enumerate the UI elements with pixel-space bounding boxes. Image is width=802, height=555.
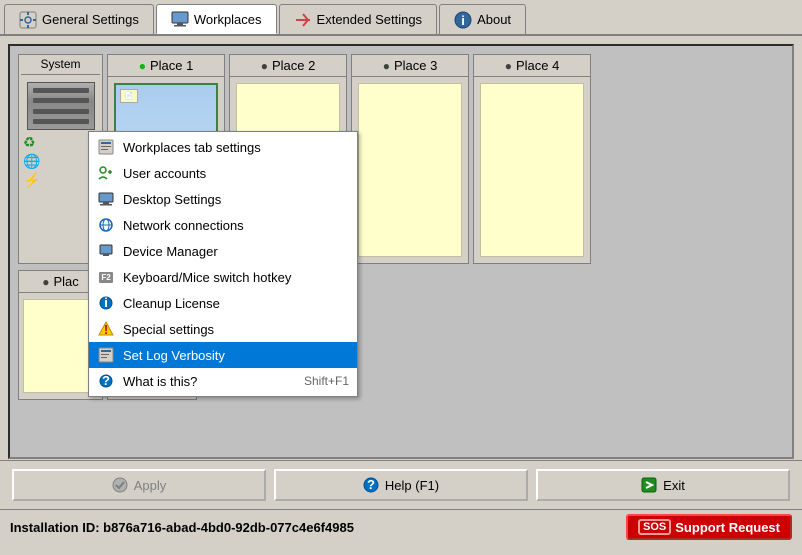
tab-workplaces-label: Workplaces <box>194 12 262 27</box>
menu-item-user-accounts-label: User accounts <box>123 166 349 181</box>
place-3-dot: ● <box>383 59 390 73</box>
menu-item-user-accounts[interactable]: User accounts <box>89 160 357 186</box>
bottom-bar: Apply ? Help (F1) Exit Installation ID: … <box>0 460 802 555</box>
menu-item-workplaces-tab-settings-label: Workplaces tab settings <box>123 140 349 155</box>
menu-item-what-is-this-shortcut: Shift+F1 <box>304 374 349 388</box>
place-4-content <box>480 83 584 257</box>
place-3-header: ● Place 3 <box>352 55 468 77</box>
workplaces-icon <box>171 10 189 28</box>
device-manager-icon <box>97 242 115 260</box>
menu-item-set-log-verbosity[interactable]: Set Log Verbosity <box>89 342 357 368</box>
exit-button[interactable]: Exit <box>536 469 790 501</box>
help-button[interactable]: ? Help (F1) <box>274 469 528 501</box>
main-content: System ♻ 🌐 ⚡ <box>0 36 802 496</box>
menu-item-set-log-verbosity-label: Set Log Verbosity <box>123 348 349 363</box>
tab-general-settings[interactable]: General Settings <box>4 4 154 34</box>
usb-icon: ⚡ <box>23 172 40 189</box>
menu-item-what-is-this[interactable]: ? What is this? Shift+F1 <box>89 368 357 394</box>
svg-text:?: ? <box>102 373 110 388</box>
status-bar: Installation ID: b876a716-abad-4bd0-92db… <box>0 509 802 544</box>
menu-item-cleanup-license-label: Cleanup License <box>123 296 349 311</box>
place-2-header: ● Place 2 <box>230 55 346 77</box>
desktop-settings-icon <box>97 190 115 208</box>
tab-extended-settings[interactable]: Extended Settings <box>279 4 438 34</box>
tab-extended-settings-label: Extended Settings <box>317 12 423 27</box>
workplaces-tab-settings-icon <box>97 138 115 156</box>
keyboard-hotkey-icon: F2 <box>97 268 115 286</box>
menu-item-device-manager-label: Device Manager <box>123 244 349 259</box>
menu-item-special-settings-label: Special settings <box>123 322 349 337</box>
system-header: System <box>21 57 100 75</box>
apply-label: Apply <box>134 478 167 493</box>
place-1-header: ● Place 1 <box>108 55 224 77</box>
place-bottom-1-label: Plac <box>53 274 78 289</box>
place-3-content <box>358 83 462 257</box>
menu-item-workplaces-tab-settings[interactable]: Workplaces tab settings <box>89 134 357 160</box>
f2-badge: F2 <box>99 272 112 283</box>
menu-item-special-settings[interactable]: ! Special settings <box>89 316 357 342</box>
tab-bar: General Settings Workplaces Extended Set… <box>0 0 802 36</box>
svg-text:i: i <box>461 13 465 28</box>
exit-icon <box>641 477 657 493</box>
menu-item-cleanup-license[interactable]: i Cleanup License <box>89 290 357 316</box>
menu-item-keyboard-hotkey[interactable]: F2 Keyboard/Mice switch hotkey <box>89 264 357 290</box>
installation-id-prefix: Installation ID: <box>10 520 103 535</box>
sos-badge: SOS <box>638 519 671 535</box>
svg-text:i: i <box>104 295 108 310</box>
place-3-label: Place 3 <box>394 58 437 73</box>
place-2-dot: ● <box>261 59 268 73</box>
about-icon: i <box>454 11 472 29</box>
place-bottom-1-content <box>23 299 98 393</box>
place-4-column[interactable]: ● Place 4 <box>473 54 591 264</box>
installation-id: Installation ID: b876a716-abad-4bd0-92db… <box>10 520 354 535</box>
general-settings-icon <box>19 11 37 29</box>
tab-general-settings-label: General Settings <box>42 12 139 27</box>
extended-settings-icon <box>294 11 312 29</box>
tab-about-label: About <box>477 12 511 27</box>
exit-label: Exit <box>663 478 685 493</box>
menu-item-device-manager[interactable]: Device Manager <box>89 238 357 264</box>
place-1-dot: ● <box>139 59 146 73</box>
network-connections-icon <box>97 216 115 234</box>
apply-button[interactable]: Apply <box>12 469 266 501</box>
tab-workplaces[interactable]: Workplaces <box>156 4 277 34</box>
menu-item-what-is-this-label: What is this? <box>123 374 296 389</box>
context-menu: Workplaces tab settings User accounts De… <box>88 131 358 397</box>
menu-item-network-connections[interactable]: Network connections <box>89 212 357 238</box>
place-4-dot: ● <box>505 59 512 73</box>
place-bottom-1-dot: ● <box>42 275 49 289</box>
svg-text:?: ? <box>367 477 375 492</box>
place-4-header: ● Place 4 <box>474 55 590 77</box>
support-request-label: Support Request <box>675 520 780 535</box>
help-label: Help (F1) <box>385 478 439 493</box>
help-icon: ? <box>363 477 379 493</box>
button-row: Apply ? Help (F1) Exit <box>0 461 802 509</box>
cleanup-license-icon: i <box>97 294 115 312</box>
place-2-label: Place 2 <box>272 58 315 73</box>
recycle-icon: ♻ <box>23 134 36 151</box>
place-4-label: Place 4 <box>516 58 559 73</box>
apply-icon <box>112 477 128 493</box>
support-request-button[interactable]: SOS Support Request <box>626 514 792 540</box>
what-is-this-icon: ? <box>97 372 115 390</box>
menu-item-network-connections-label: Network connections <box>123 218 349 233</box>
svg-text:!: ! <box>104 322 108 337</box>
menu-item-desktop-settings[interactable]: Desktop Settings <box>89 186 357 212</box>
server-image <box>27 82 95 130</box>
globe-icon: 🌐 <box>23 153 40 170</box>
set-log-verbosity-icon <box>97 346 115 364</box>
place-3-column[interactable]: ● Place 3 <box>351 54 469 264</box>
special-settings-icon: ! <box>97 320 115 338</box>
tab-about[interactable]: i About <box>439 4 526 34</box>
place-1-label: Place 1 <box>150 58 193 73</box>
menu-item-keyboard-hotkey-label: Keyboard/Mice switch hotkey <box>123 270 349 285</box>
installation-id-value: b876a716-abad-4bd0-92db-077c4e6f4985 <box>103 520 354 535</box>
user-accounts-icon <box>97 164 115 182</box>
menu-item-desktop-settings-label: Desktop Settings <box>123 192 349 207</box>
